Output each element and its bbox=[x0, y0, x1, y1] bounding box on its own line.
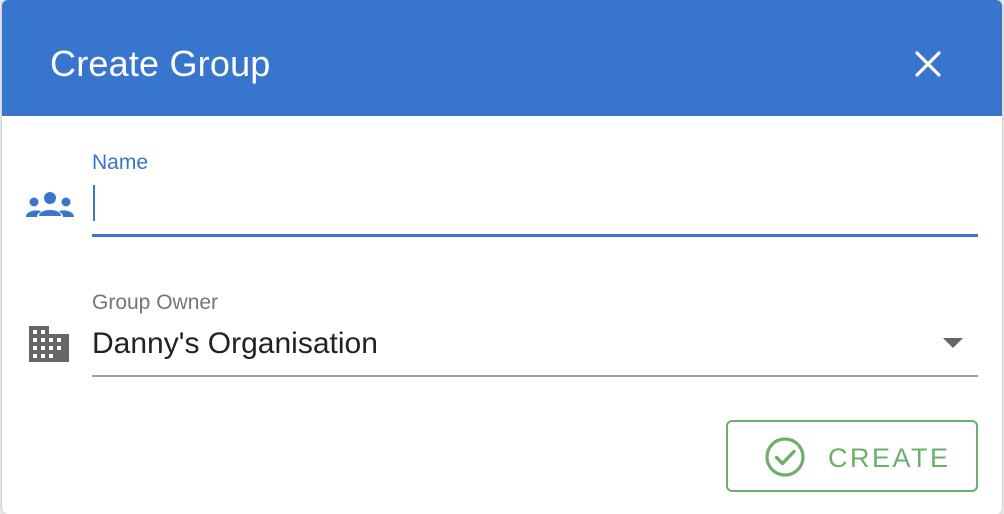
group-icon bbox=[24, 190, 76, 222]
group-owner-underline bbox=[92, 375, 978, 377]
name-label: Name bbox=[92, 151, 149, 174]
text-cursor bbox=[93, 185, 95, 221]
group-owner-value: Danny's Organisation bbox=[92, 327, 378, 360]
create-button[interactable]: CREATE bbox=[726, 420, 978, 492]
close-button[interactable] bbox=[908, 44, 948, 84]
create-button-label: CREATE bbox=[828, 443, 951, 473]
chevron-down-icon[interactable] bbox=[942, 337, 964, 349]
create-group-dialog: Create Group Name Group Owner Danny's Or… bbox=[2, 0, 1002, 514]
dialog-title: Create Group bbox=[50, 43, 271, 84]
dialog-header: Create Group bbox=[2, 0, 1002, 116]
name-input[interactable] bbox=[92, 180, 978, 234]
building-icon bbox=[27, 324, 71, 364]
name-input-underline bbox=[92, 234, 978, 237]
group-owner-label: Group Owner bbox=[92, 291, 219, 314]
check-circle-icon bbox=[765, 437, 805, 477]
close-icon bbox=[915, 51, 941, 77]
